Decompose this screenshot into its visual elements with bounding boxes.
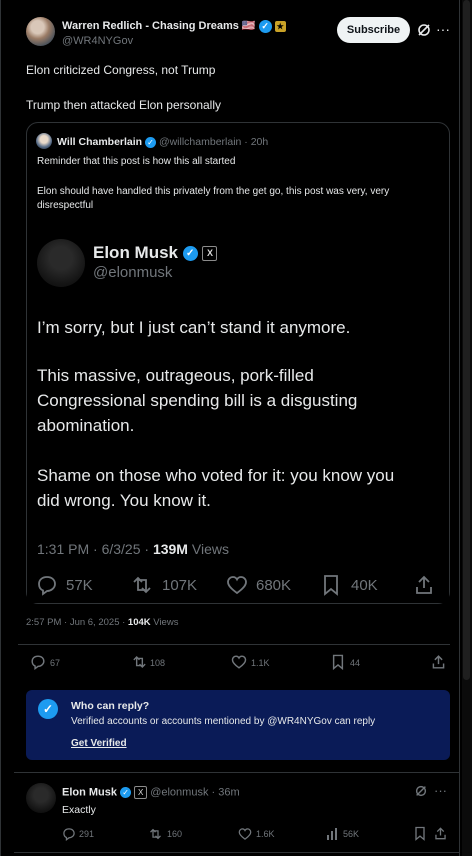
get-verified-link[interactable]: Get Verified [71,738,127,749]
checkmark-icon: ✓ [38,699,58,719]
embedded-repost-count: 107K [162,577,198,594]
embedded-time: 1:31 PM · 6/3/25 · [37,541,153,557]
post-meta: 2:57 PM · Jun 6, 2025 · 104K Views [26,617,178,628]
reply-repost-count[interactable]: 160 [167,829,182,839]
grok-icon[interactable] [414,784,428,798]
more-options-icon[interactable]: ··· [436,21,450,37]
grok-icon[interactable] [416,22,432,38]
embedded-para3-line1: Shame on those who voted for it: you kno… [37,466,395,485]
reply-author-handle-time[interactable]: @elonmusk · 36m [150,786,239,798]
reply-author-name[interactable]: Elon Musk [62,786,117,798]
subscribe-button[interactable]: Subscribe [337,17,410,43]
share-icon [414,574,434,596]
like-icon[interactable] [238,827,252,841]
post-views-label: Views [150,617,179,628]
quoted-author-handle-time[interactable]: @willchamberlain · 20h [159,136,268,148]
verified-badge-icon: ✓ [182,246,198,262]
author-handle[interactable]: @WR4NYGov [62,35,133,47]
embedded-handle: @elonmusk [93,264,173,281]
share-icon[interactable] [431,654,446,670]
like-icon [226,574,248,596]
quoted-author-row[interactable]: Will Chamberlain ✓ @willchamberlain · 20… [57,136,268,148]
flag-emoji: 🇺🇸 [241,20,256,32]
embedded-avatar [37,239,85,287]
embedded-bookmark-count: 40K [351,577,378,594]
bookmark-count[interactable]: 44 [350,658,360,668]
verified-badge-icon: ✓ [258,19,272,33]
quoted-text-line2: Elon should have handled this privately … [37,186,390,211]
reply-icon [36,574,58,596]
notice-title: Who can reply? [71,700,150,712]
embedded-name: Elon Musk [93,243,179,262]
embedded-views-count: 139M [152,541,188,557]
embedded-reply-count: 57K [66,577,93,594]
reply-author-row[interactable]: Elon Musk ✓ X @elonmusk · 36m [62,786,240,799]
repost-icon[interactable] [148,827,163,841]
divider [14,852,460,853]
post-text-line1: Elon criticized Congress, not Trump [26,63,216,77]
quoted-author-name[interactable]: Will Chamberlain [57,136,142,148]
embedded-meta: 1:31 PM · 6/3/25 · 139M Views [37,541,229,557]
divider [14,772,460,773]
post-views-count[interactable]: 104K [128,617,151,628]
embedded-para2-line1: This massive, outrageous, pork-filled [37,366,314,385]
affiliate-badge-icon: ★ [274,20,286,32]
embedded-para2-line3: abomination. [37,416,135,435]
embedded-para1: I’m sorry, but I just can’t stand it any… [37,318,351,337]
repost-icon [130,574,154,596]
reply-like-count[interactable]: 1.6K [256,829,275,839]
embedded-like-count: 680K [256,577,292,594]
embedded-views-label: Views [187,541,229,557]
author-name-row[interactable]: Warren Redlich - Chasing Dreams 🇺🇸 ✓ ★ [62,19,286,33]
embedded-name-row: Elon Musk ✓ X [93,243,218,263]
share-icon[interactable] [434,826,447,841]
reply-reply-count[interactable]: 291 [79,829,94,839]
reply-views-count[interactable]: 56K [343,829,359,839]
reply-text: Exactly [62,804,96,816]
verified-badge-icon: ✓ [120,787,132,798]
bookmark-icon[interactable] [331,654,345,671]
scrollbar-thumb[interactable] [463,0,470,680]
verified-badge-icon: ✓ [145,136,157,148]
reply-count[interactable]: 67 [50,658,60,668]
x-logo-icon: X [134,786,148,799]
divider [18,644,450,645]
reply-author-avatar[interactable] [26,783,56,813]
bookmark-icon[interactable] [414,826,426,841]
embedded-para2-line2: Congressional spending bill is a disgust… [37,391,358,410]
repost-count[interactable]: 108 [150,658,165,668]
like-icon[interactable] [231,654,247,670]
views-icon[interactable] [326,827,340,841]
post-time[interactable]: 2:57 PM · Jun 6, 2025 · [26,617,128,628]
reply-icon[interactable] [62,827,76,841]
repost-icon[interactable] [131,654,148,670]
notice-body: Verified accounts or accounts mentioned … [71,716,376,727]
embedded-para3-line2: did wrong. You know it. [37,491,211,510]
post-text-line2: Trump then attacked Elon personally [26,98,221,112]
bookmark-icon [322,574,340,596]
more-options-icon[interactable]: ··· [434,783,447,798]
quoted-text-line1: Reminder that this post is how this all … [37,156,236,167]
like-count[interactable]: 1.1K [251,658,270,668]
reply-icon[interactable] [30,654,46,670]
author-avatar[interactable] [26,17,55,46]
quoted-author-avatar[interactable] [36,133,52,149]
x-logo-icon: X [202,246,218,262]
author-name[interactable]: Warren Redlich - Chasing Dreams [62,20,239,32]
